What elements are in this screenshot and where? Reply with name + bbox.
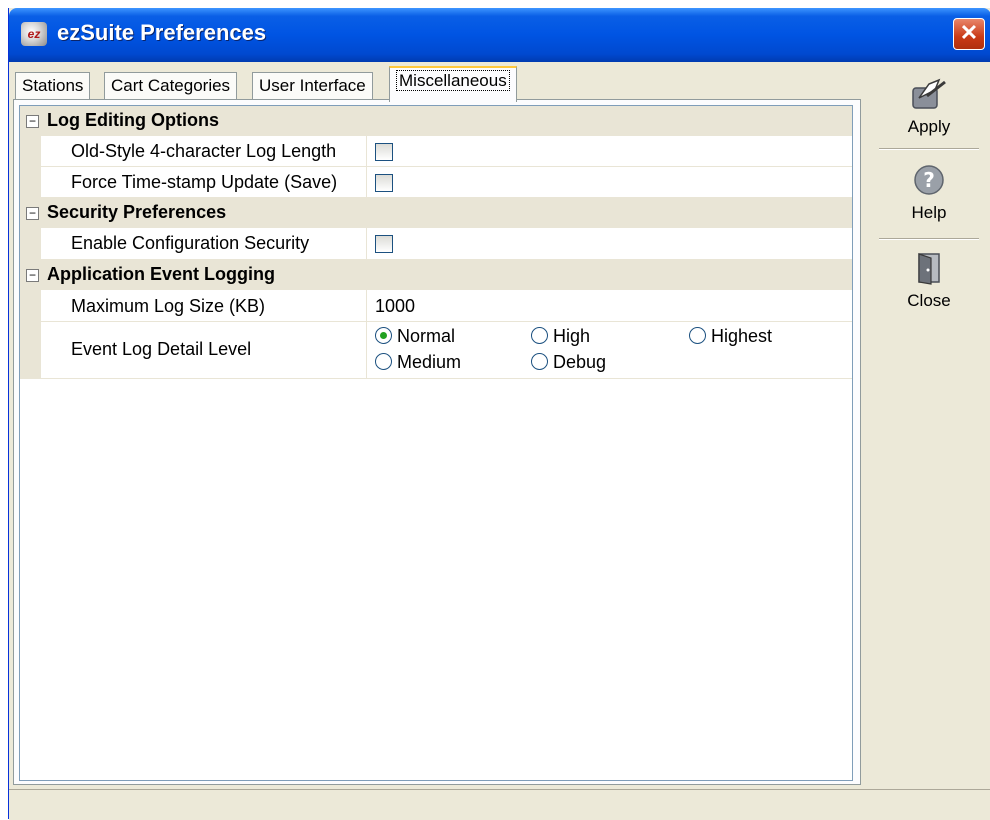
help-button[interactable]: ? Help [873,162,985,234]
tab-cart-categories[interactable]: Cart Categories [104,72,238,99]
property-row: Enable Configuration Security [20,228,852,260]
window-close-button[interactable]: ✕ [953,18,985,50]
side-toolbar: Apply ? Help Close [867,62,990,782]
property-name: Maximum Log Size (KB) [41,290,367,322]
category-label: Application Event Logging [47,264,275,284]
radio-debug[interactable]: Debug [531,352,606,373]
radio-icon [689,327,706,344]
row-gutter [20,167,41,198]
category-label: Log Editing Options [47,110,219,130]
radio-icon [531,353,548,370]
radio-normal[interactable]: Normal [375,326,455,347]
client-area: Stations Cart Categories User Interface … [9,62,990,820]
tab-stations[interactable]: Stations [15,72,91,99]
max-log-size-value: 1000 [375,296,416,316]
collapse-icon[interactable]: − [26,269,39,282]
row-gutter [20,290,41,322]
close-button[interactable]: Close [873,250,985,318]
radio-icon [531,327,548,344]
divider [879,238,979,240]
tab-panel: − Log Editing Options Old-Style 4-charac… [13,99,861,785]
event-log-detail-level: Normal High Highest Medium Debug [367,322,852,379]
radio-high[interactable]: High [531,326,590,347]
old-style-log-length-checkbox[interactable] [375,143,393,161]
radio-icon [375,353,392,370]
radio-medium[interactable]: Medium [375,352,461,373]
radio-highest[interactable]: Highest [689,326,772,347]
property-name-text: Force Time-stamp Update (Save) [71,172,338,192]
help-label: Help [911,203,947,222]
radio-label: Highest [711,326,773,346]
property-name: Old-Style 4-character Log Length [41,136,367,167]
property-row: Force Time-stamp Update (Save) [20,167,852,198]
property-name: Event Log Detail Level [41,322,367,379]
property-name: Force Time-stamp Update (Save) [41,167,367,198]
apply-icon [912,78,946,109]
radio-label: Medium [397,352,462,372]
apply-label: Apply [907,117,951,136]
enable-config-security-checkbox[interactable] [375,235,393,253]
property-grid: − Log Editing Options Old-Style 4-charac… [19,105,853,781]
row-gutter [20,228,41,260]
svg-text:?: ? [923,168,935,192]
collapse-icon[interactable]: − [26,207,39,220]
collapse-icon[interactable]: − [26,115,39,128]
radio-label: Debug [553,352,607,372]
tab-miscellaneous[interactable]: Miscellaneous [389,66,517,102]
help-icon: ? [914,165,944,195]
property-row: Maximum Log Size (KB) 1000 [20,290,852,322]
radio-label: Normal [397,326,456,346]
property-name-text: Old-Style 4-character Log Length [71,141,337,161]
radio-label: High [553,326,591,346]
preferences-window: ez ezSuite Preferences ✕ Stations Cart C… [8,8,990,820]
property-name: Enable Configuration Security [41,228,367,260]
row-gutter [20,322,41,379]
door-icon [918,253,940,285]
window-title: ezSuite Preferences [57,20,267,45]
apply-button[interactable]: Apply [873,76,985,144]
property-name-text: Enable Configuration Security [71,233,310,253]
force-timestamp-update-checkbox[interactable] [375,174,393,192]
category-label: Security Preferences [47,202,227,222]
property-value [367,167,852,198]
app-icon: ez [21,22,47,46]
property-row: Old-Style 4-character Log Length [20,136,852,167]
status-bar [9,789,990,820]
radio-selected-icon [375,327,392,344]
close-label: Close [907,291,951,310]
category-security-preferences[interactable]: − Security Preferences [20,198,852,228]
row-gutter [20,136,41,167]
category-log-editing-options[interactable]: − Log Editing Options [20,106,852,136]
tab-miscellaneous-label: Miscellaneous [396,70,510,91]
max-log-size-field[interactable]: 1000 [367,290,852,322]
property-name-text: Maximum Log Size (KB) [71,296,266,316]
property-name-text: Event Log Detail Level [71,339,252,359]
divider [879,148,979,150]
property-row: Event Log Detail Level Normal High Highe… [20,322,852,379]
property-value [367,228,852,260]
property-value [367,136,852,167]
tab-user-interface[interactable]: User Interface [252,72,373,99]
title-bar[interactable]: ez ezSuite Preferences ✕ [9,8,990,62]
category-application-event-logging[interactable]: − Application Event Logging [20,260,852,290]
